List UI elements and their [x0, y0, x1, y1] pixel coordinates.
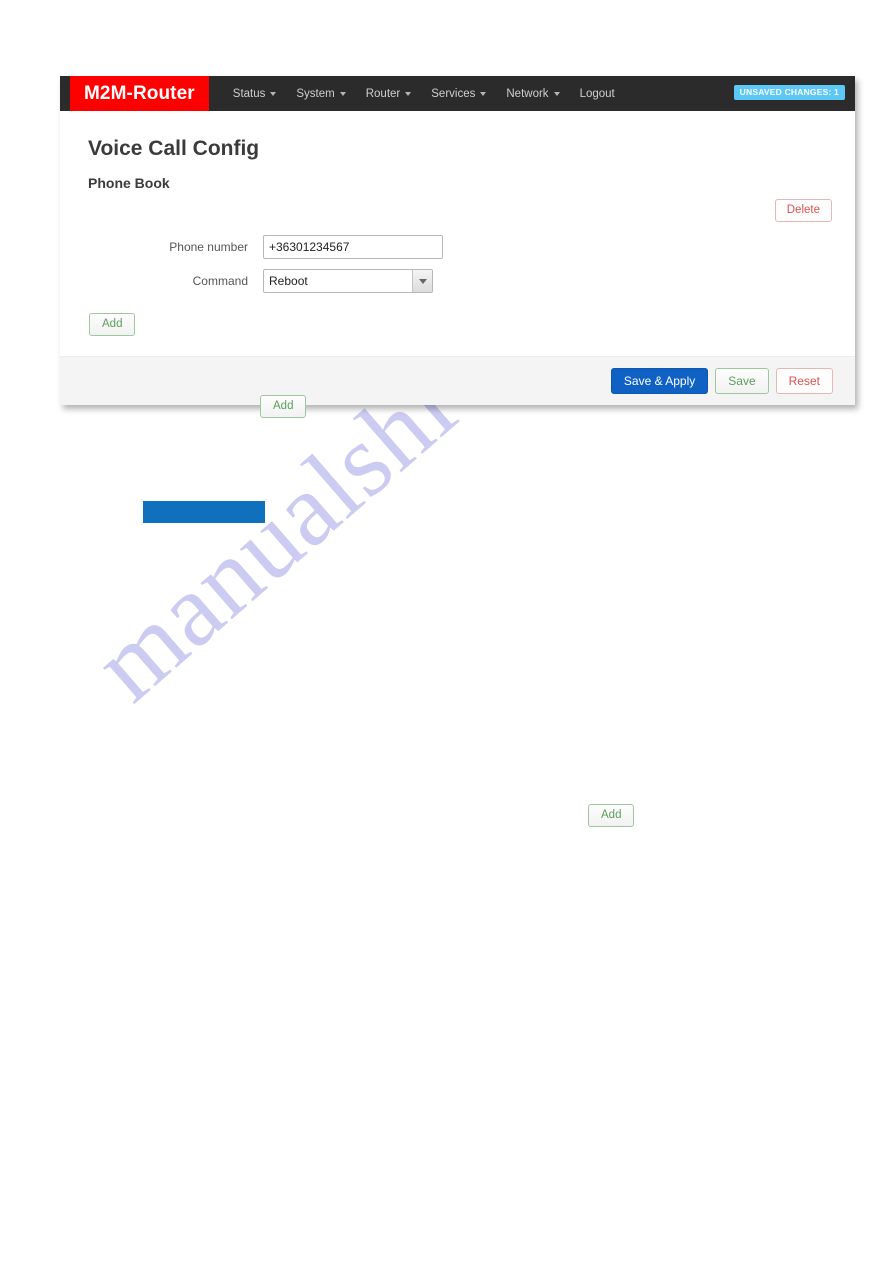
nav-item-network-label: Network [506, 87, 549, 100]
router-admin-window: M2M-Router Status System Router Services… [60, 76, 855, 405]
add-row: Add [82, 293, 833, 336]
command-select-wrapper: Reboot [263, 269, 433, 293]
command-row: Command Reboot [82, 269, 833, 293]
panel-body: Voice Call Config Phone Book Delete Phon… [60, 111, 855, 405]
nav-menu: Status System Router Services Network Lo… [223, 76, 625, 111]
add-button-fragment-upper[interactable]: Add [260, 395, 307, 418]
delete-button[interactable]: Delete [774, 199, 832, 222]
command-label: Command [192, 274, 248, 288]
panel-footer: Save & Apply Save Reset [60, 355, 855, 405]
phone-number-row: Phone number [82, 235, 833, 259]
nav-item-logout[interactable]: Logout [570, 76, 625, 111]
delete-row: Delete [82, 195, 833, 225]
nav-item-network[interactable]: Network [496, 76, 569, 111]
nav-item-services-label: Services [431, 87, 476, 100]
save-and-apply-button[interactable]: Save & Apply [610, 367, 709, 394]
nav-item-system[interactable]: System [286, 76, 355, 111]
nav-item-services[interactable]: Services [421, 76, 496, 111]
nav-item-status[interactable]: Status [223, 76, 287, 111]
save-button[interactable]: Save [715, 367, 769, 394]
chevron-down-icon [553, 91, 560, 96]
chevron-down-icon [339, 91, 346, 96]
page-title: Voice Call Config [88, 137, 260, 160]
command-select[interactable]: Reboot [263, 269, 433, 293]
reset-button[interactable]: Reset [775, 367, 833, 394]
chevron-down-icon [480, 91, 487, 96]
nav-item-status-label: Status [232, 87, 266, 100]
add-button-fragment-lower[interactable]: Add [588, 804, 635, 827]
add-button[interactable]: Add [89, 313, 136, 336]
phone-number-label: Phone number [169, 240, 248, 254]
unsaved-changes-badge[interactable]: UNSAVED CHANGES: 1 [733, 85, 845, 100]
phone-number-input[interactable] [263, 235, 443, 259]
top-navbar: M2M-Router Status System Router Services… [60, 76, 855, 111]
nav-item-router-label: Router [365, 87, 401, 100]
nav-item-system-label: System [296, 87, 335, 100]
brand-logo[interactable]: M2M-Router [70, 76, 209, 111]
section-title: Phone Book [88, 175, 170, 191]
nav-item-router[interactable]: Router [356, 76, 422, 111]
blue-block-fragment [143, 501, 265, 523]
nav-item-logout-label: Logout [579, 87, 615, 100]
chevron-down-icon [270, 91, 277, 96]
chevron-down-icon [405, 91, 412, 96]
